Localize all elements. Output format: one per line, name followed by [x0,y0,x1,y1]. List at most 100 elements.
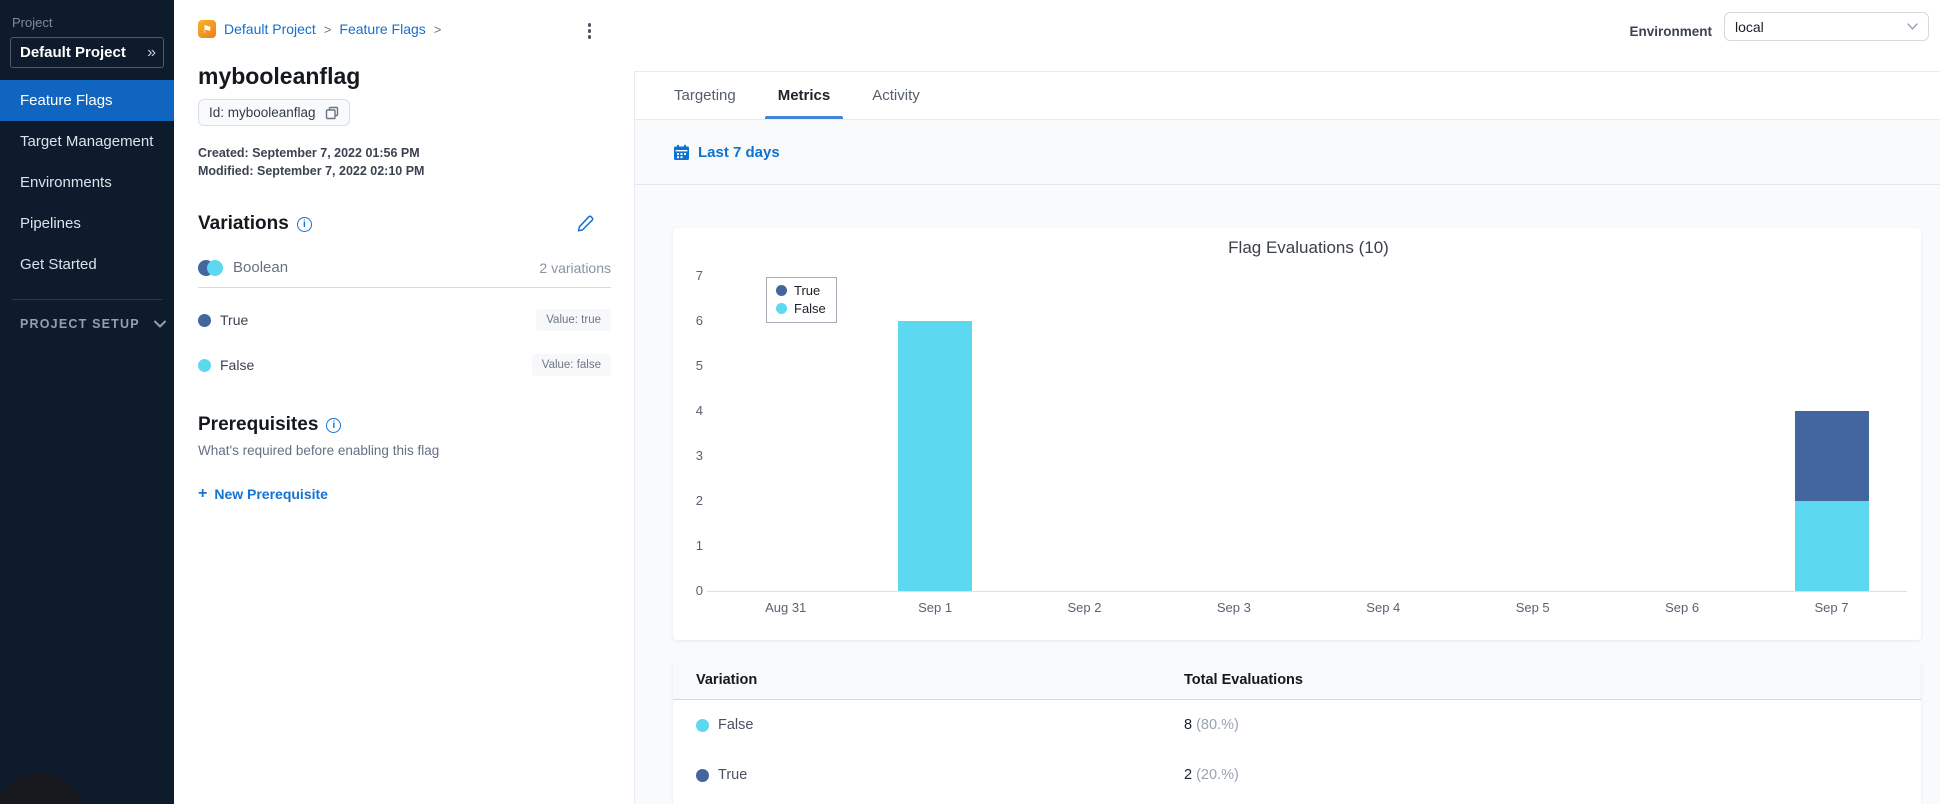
variation-color-dot [198,313,211,327]
evaluation-count: 2 [1184,767,1193,783]
flag-evaluations-chart: Flag Evaluations (10) True False 01234567… [673,228,1921,640]
x-axis-tick-label: Sep 2 [1067,600,1102,615]
flag-id-label: Id: mybooleanflag [209,105,316,120]
variation-count: 2 variations [539,259,611,276]
y-axis-tick-label: 0 [695,583,703,598]
flag-modified-date: Modified: September 7, 2022 02:10 PM [198,164,425,178]
new-prerequisite-button[interactable]: + New Prerequisite [198,485,611,503]
chevron-down-icon [153,320,166,328]
breadcrumb-link-feature-flags[interactable]: Feature Flags [339,21,425,37]
variation-name: True [220,312,249,328]
x-axis-line [707,591,1907,592]
variation-row-true: True Value: true [198,307,611,333]
variation-type-label: Boolean [233,259,289,276]
variation-value-chip: Value: true [536,309,611,331]
project-label: Project [12,15,53,30]
sidebar-item-get-started[interactable]: Get Started [0,244,174,285]
sidebar-item-environments[interactable]: Environments [0,162,174,203]
table-variation-cell: True [696,767,1184,783]
x-axis-tick-label: Aug 31 [765,600,807,615]
table-variation-name: True [718,767,748,783]
bar-false-sep-1 [898,321,973,591]
evaluation-percent: (80.%) [1192,717,1239,733]
prerequisites-title: Prerequisites [198,414,319,435]
chart-plot-area: 0 1 2 3 4 5 6 7 Aug 31 Sep 1 Sep 2 Sep 3 Sep 4 Sep 5 S… [673,228,1921,640]
evaluation-percent: (20.%) [1192,767,1239,783]
x-axis-tick-label: Sep 6 [1665,600,1700,615]
x-axis-tick-label: Sep 4 [1366,600,1401,615]
flag-created-date: Created: September 7, 2022 01:56 PM [198,146,420,160]
y-axis-tick-label: 2 [695,493,703,508]
copy-icon[interactable] [325,106,339,120]
environment-select[interactable]: local [1724,12,1929,41]
environment-label: Environment [1629,24,1712,39]
bar-true-sep-7 [1794,411,1869,501]
table-row-true: True 2 (20.%) [673,750,1921,800]
tabs: Targeting Metrics Activity [635,72,1940,120]
y-axis-tick-label: 6 [695,313,703,328]
tab-targeting[interactable]: Targeting [661,72,749,119]
table-variation-cell: False [696,717,1184,733]
project-name: Default Project [20,44,126,61]
table-header-variation: Variation [696,671,758,688]
date-range-label: Last 7 days [698,143,780,161]
sidebar-collapse-icon[interactable]: » [147,44,156,62]
main-area: Environment local Targeting Metrics Activi… [634,0,1940,804]
sidebar-item-project-setup[interactable]: PROJECT SETUP [0,317,174,331]
main-header: Environment local [634,0,1940,72]
flag-id-chip: Id: mybooleanflag [198,99,350,126]
variation-row-left: False [198,357,254,373]
calendar-icon [674,144,689,160]
breadcrumb-separator: > [323,21,332,37]
plus-icon: + [198,485,208,502]
breadcrumb-separator: > [433,21,442,37]
evaluations-table: Variation Total Evaluations False 8 (80.%… [673,660,1921,804]
prerequisites-section-header: Prerequisites i [198,414,611,436]
table-total-cell: 2 (20.%) [1184,766,1239,784]
x-axis-tick-label: Sep 3 [1216,600,1251,615]
variation-type-row: Boolean 2 variations [198,259,611,276]
new-prerequisite-label: New Prerequisite [214,486,328,502]
tab-activity[interactable]: Activity [859,72,933,119]
info-icon[interactable]: i [296,216,312,232]
x-axis-tick-label: Sep 5 [1515,600,1550,615]
kebab-menu-icon[interactable] [585,20,595,42]
variation-value-chip: Value: false [531,354,611,376]
project-selector[interactable]: Default Project » [10,37,164,68]
breadcrumb-links: Default Project > Feature Flags > [224,21,441,37]
table-header-total: Total Evaluations [1184,671,1303,688]
table-row-false: False 8 (80.%) [673,700,1921,750]
info-icon[interactable]: i [326,417,342,433]
variations-section-header: Variations i [198,213,611,235]
y-axis-tick-label: 5 [695,358,703,373]
app-root: Project Default Project » Feature Flags T… [0,0,1940,804]
variation-name: False [220,357,255,373]
date-range-button[interactable]: Last 7 days [635,120,1940,185]
sidebar-divider [12,299,162,300]
bar-false-sep-7 [1794,501,1869,591]
breadcrumb: ⚑ Default Project > Feature Flags > [198,20,611,38]
variation-row-false: False Value: false [198,352,611,378]
pencil-icon [577,215,594,232]
x-axis-tick-label: Sep 1 [918,600,953,615]
table-variation-name: False [718,717,754,733]
y-axis-tick-label: 3 [695,448,703,463]
variations-title: Variations [198,213,289,234]
sidebar-item-target-management[interactable]: Target Management [0,121,174,162]
edit-variations-button[interactable] [576,214,595,233]
boolean-type-icon [207,259,223,276]
variation-row-left: True [198,312,248,328]
tab-metrics[interactable]: Metrics [764,72,844,119]
main-body: Targeting Metrics Activity Last 7 days Fla… [634,72,1940,804]
sidebar: Project Default Project » Feature Flags T… [0,0,174,804]
sidebar-item-feature-flags[interactable]: Feature Flags [0,80,174,121]
project-setup-label: PROJECT SETUP [20,317,140,331]
y-axis-tick-label: 1 [695,538,703,553]
breadcrumb-link-default-project[interactable]: Default Project [224,21,316,37]
sidebar-item-pipelines[interactable]: Pipelines [0,203,174,244]
table-total-cell: 8 (80.%) [1184,716,1239,734]
environment-value: local [1735,18,1764,35]
sidebar-nav: Feature Flags Target Management Environmen… [0,80,174,285]
project-logo-icon: ⚑ [198,20,216,38]
variation-color-dot [696,718,709,732]
